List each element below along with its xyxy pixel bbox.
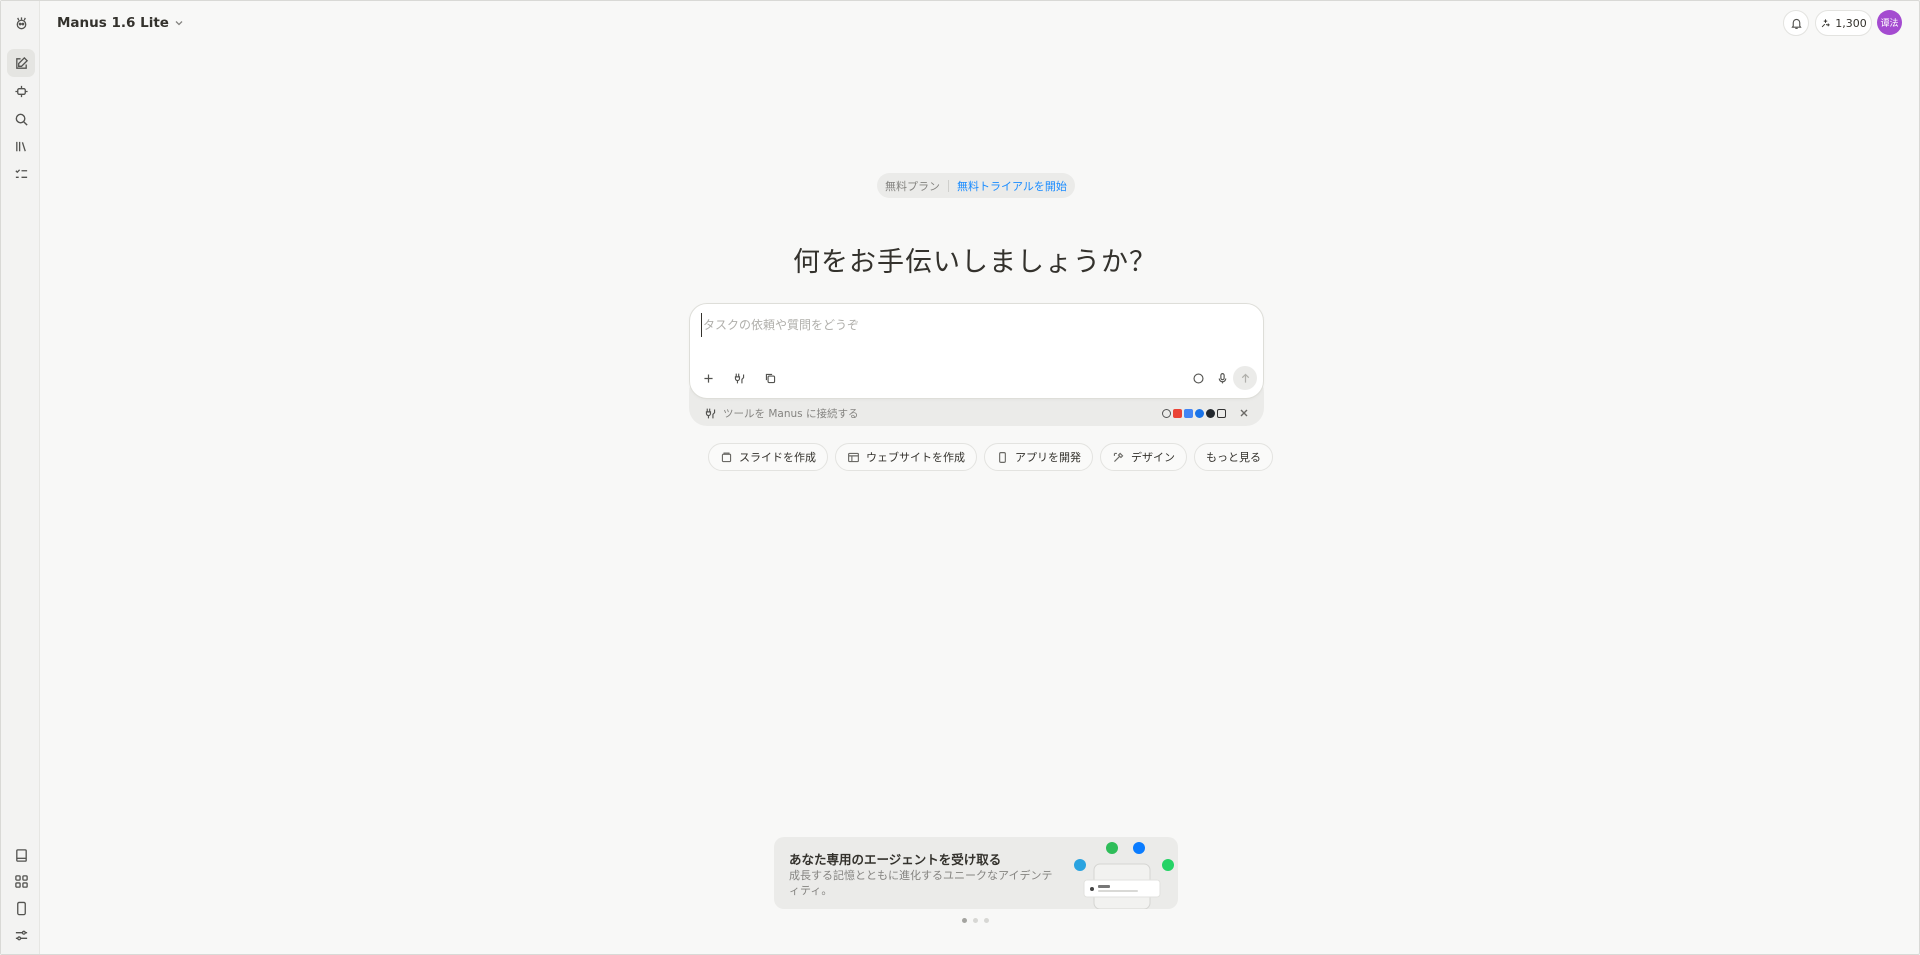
gmail-icon (1173, 408, 1182, 418)
book-icon[interactable] (7, 841, 35, 869)
send-button[interactable] (1233, 366, 1257, 390)
grid-icon[interactable] (7, 867, 35, 895)
create-website-button[interactable]: ウェブサイトを作成 (835, 443, 977, 471)
close-icon[interactable] (1238, 407, 1250, 419)
notion-icon (1217, 408, 1226, 418)
website-icon (848, 452, 859, 462)
credits-count: 1,300 (1835, 16, 1867, 30)
promo-title: あなた専用のエージェントを受け取る (789, 852, 1002, 867)
messaging-apps-illustration (1074, 842, 1174, 909)
copy-icon (765, 373, 775, 383)
chip-label: もっと見る (1206, 451, 1261, 464)
checklist-icon[interactable] (7, 160, 35, 188)
voice-input-button[interactable] (1211, 367, 1233, 389)
connect-tools-row[interactable]: ツールを Manus に接続する (704, 405, 1250, 421)
agents-icon[interactable] (7, 77, 35, 105)
chrome-icon (1162, 408, 1171, 418)
plan-free-label: 無料プラン (885, 179, 941, 193)
chip-label: スライドを作成 (739, 451, 816, 464)
promo-description: 成長する記憶とともに進化するユニークなアイデンティティ。 (789, 869, 1053, 897)
phone-icon[interactable] (7, 894, 35, 922)
github-icon (1206, 408, 1215, 418)
model-selector[interactable]: Manus 1.6 Lite (57, 12, 184, 34)
develop-app-button[interactable]: アプリを開発 (984, 443, 1093, 471)
design-icon (1113, 452, 1124, 462)
drive-icon (1195, 408, 1204, 418)
chip-label: ウェブサイトを作成 (866, 451, 965, 464)
sliders-icon[interactable] (7, 921, 35, 949)
credits-button[interactable]: 1,300 (1815, 10, 1872, 36)
plan-pill: 無料プラン 無料トライアルを開始 (877, 173, 1075, 198)
plus-icon (703, 373, 713, 383)
page-title: 何をお手伝いしましょうか？ (793, 247, 1157, 278)
sidebar (1, 1, 40, 954)
carousel-dot[interactable] (984, 918, 989, 923)
sparkle-icon (1821, 18, 1830, 27)
task-input[interactable] (701, 313, 1241, 337)
tool-logos (1162, 408, 1226, 418)
carousel-dot[interactable] (962, 918, 967, 923)
start-trial-link[interactable]: 無料トライアルを開始 (957, 178, 1067, 194)
plug-icon (705, 408, 716, 418)
manus-logo-icon[interactable] (7, 9, 35, 37)
chevron-down-icon (175, 21, 183, 26)
chat-mode-button[interactable] (1187, 367, 1209, 389)
more-button[interactable]: もっと見る (1194, 443, 1273, 471)
slides-icon (721, 451, 732, 462)
chat-icon (1192, 372, 1204, 384)
library-icon[interactable] (7, 132, 35, 160)
connectors-button[interactable] (728, 367, 750, 389)
calendar-icon (1184, 408, 1193, 418)
app-frame (0, 0, 1920, 955)
quick-actions: スライドを作成 ウェブサイトを作成 アプリを開発 デザイン もっと見る (708, 443, 1273, 471)
carousel-dots (962, 918, 989, 923)
avatar[interactable]: 谭法 (1877, 10, 1902, 35)
connect-tools-label: ツールを Manus に接続する (723, 407, 859, 420)
microphone-icon (1218, 372, 1226, 383)
chip-label: デザイン (1131, 451, 1175, 464)
task-composer (689, 303, 1264, 399)
notifications-button[interactable] (1783, 10, 1809, 36)
carousel-dot[interactable] (973, 918, 978, 923)
search-icon[interactable] (7, 105, 35, 133)
promo-card[interactable]: あなた専用のエージェントを受け取る 成長する記憶とともに進化するユニークなアイデ… (774, 837, 1178, 909)
design-button[interactable]: デザイン (1100, 443, 1187, 471)
bell-icon (1790, 18, 1802, 29)
arrow-up-icon (1241, 373, 1249, 383)
create-slides-button[interactable]: スライドを作成 (708, 443, 828, 471)
plug-icon (734, 373, 744, 383)
chip-label: アプリを開発 (1015, 451, 1081, 464)
copy-button[interactable] (759, 367, 781, 389)
plan-divider (948, 179, 950, 192)
add-attachment-button[interactable] (697, 367, 719, 389)
model-label: Manus 1.6 Lite (57, 15, 169, 31)
new-task-button[interactable] (7, 49, 35, 77)
phone-icon (999, 451, 1006, 463)
